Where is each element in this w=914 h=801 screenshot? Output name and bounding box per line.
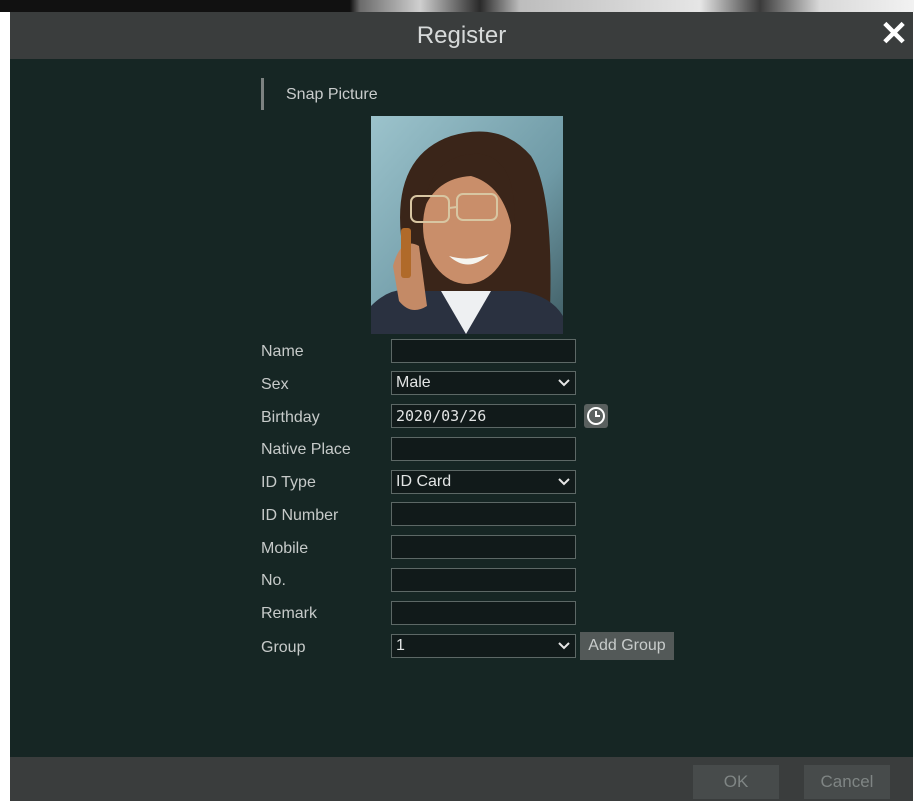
- id-type-select[interactable]: ID Card: [391, 470, 576, 494]
- remark-label: Remark: [261, 605, 318, 622]
- chevron-down-icon: [558, 478, 570, 486]
- native-place-label: Native Place: [261, 441, 351, 458]
- sex-select[interactable]: Male: [391, 371, 576, 395]
- remark-input[interactable]: [391, 601, 576, 625]
- id-type-label: ID Type: [261, 474, 316, 491]
- no-input[interactable]: [391, 568, 576, 592]
- sex-label: Sex: [261, 376, 289, 393]
- group-select[interactable]: 1: [391, 634, 576, 658]
- add-group-button[interactable]: Add Group: [580, 632, 674, 660]
- chevron-down-icon: [558, 642, 570, 650]
- section-marker: [261, 78, 264, 110]
- close-icon[interactable]: ✕: [877, 16, 911, 52]
- sex-select-value: Male: [396, 374, 431, 391]
- background-video-strip: [0, 0, 914, 12]
- snap-photo: [371, 116, 563, 334]
- birthday-label: Birthday: [261, 409, 320, 426]
- clock-icon[interactable]: [584, 404, 608, 428]
- mobile-label: Mobile: [261, 540, 309, 557]
- native-place-input[interactable]: [391, 437, 576, 461]
- group-label: Group: [261, 639, 306, 656]
- footer-bar: OK Cancel: [10, 757, 913, 801]
- dialog-title: Register: [416, 22, 507, 49]
- chevron-down-icon: [558, 379, 570, 387]
- birthday-input[interactable]: 2020/03/26: [391, 404, 576, 428]
- title-bar: Register ✕: [10, 12, 913, 59]
- no-label: No.: [261, 572, 286, 589]
- mobile-input[interactable]: [391, 535, 576, 559]
- id-number-input[interactable]: [391, 502, 576, 526]
- ok-button[interactable]: OK: [693, 765, 779, 799]
- snap-picture-title: Snap Picture: [286, 86, 378, 103]
- name-label: Name: [261, 343, 304, 360]
- group-select-value: 1: [396, 637, 405, 654]
- register-dialog: Register ✕ Snap Picture Name Sex Birthda…: [10, 12, 913, 801]
- cancel-button[interactable]: Cancel: [804, 765, 890, 799]
- id-number-label: ID Number: [261, 507, 339, 524]
- name-input[interactable]: [391, 339, 576, 363]
- id-type-select-value: ID Card: [396, 473, 452, 490]
